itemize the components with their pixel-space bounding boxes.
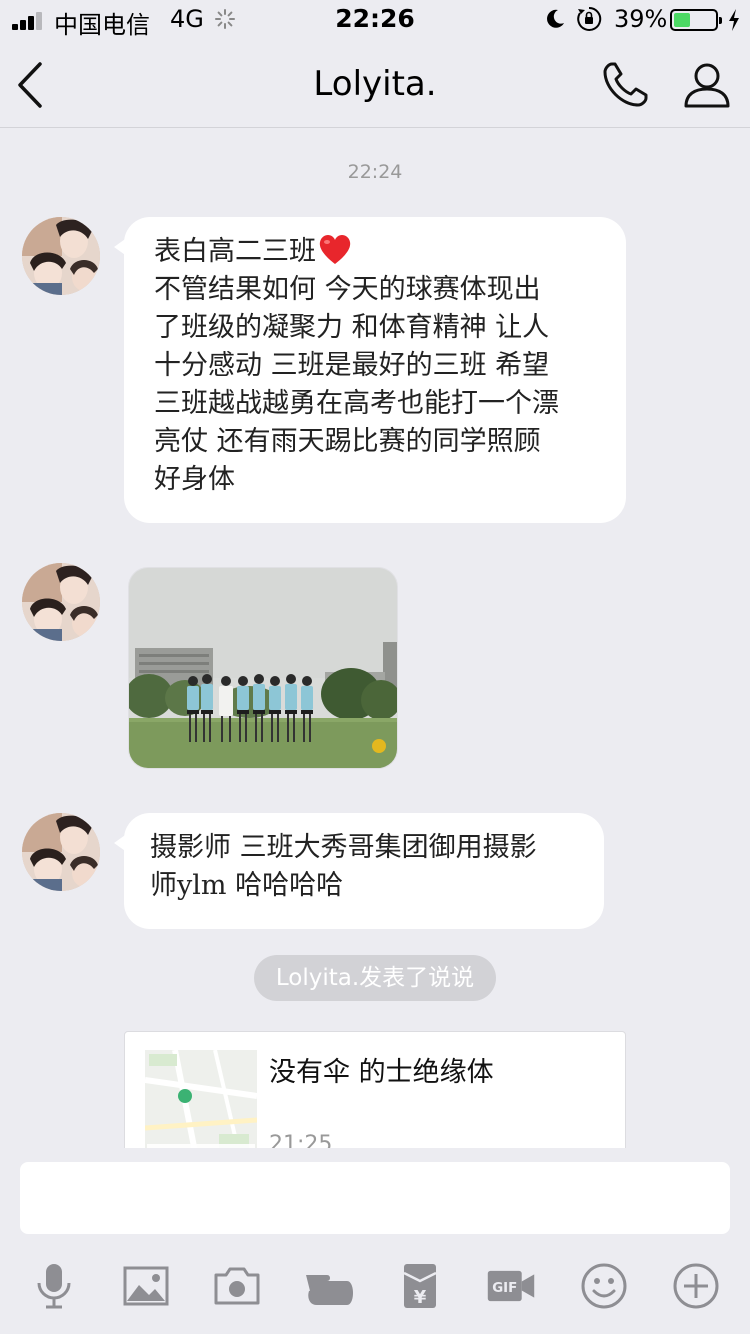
message-line: 亮仗 还有雨天踢比赛的同学照顾 — [154, 426, 541, 457]
emoji-button[interactable] — [576, 1258, 632, 1314]
voice-button[interactable] — [26, 1258, 82, 1314]
avatar[interactable] — [22, 813, 100, 891]
chat-area[interactable]: 22:24 表白高二三班 不管结果如何 今天的球赛体现出 了班级的凝聚力 和体育… — [0, 129, 750, 1149]
plus-icon — [673, 1263, 719, 1309]
chat-toolbar: ¥ GIF — [0, 1258, 750, 1314]
battery-percent: 39% — [614, 5, 668, 33]
battery-icon — [670, 9, 722, 31]
status-bar: 中国电信 4G 22:26 39% — [0, 0, 750, 40]
charging-bolt-icon — [729, 9, 739, 31]
message-line: 十分感动 三班是最好的三班 希望 — [154, 350, 550, 381]
microphone-icon — [37, 1264, 71, 1309]
camera-button[interactable] — [209, 1258, 265, 1314]
red-packet-icon: ¥ — [403, 1264, 437, 1308]
rotation-lock-icon — [577, 6, 602, 31]
message-line: 不管结果如何 今天的球赛体现出 — [154, 274, 541, 305]
svg-text:GIF: GIF — [492, 1281, 517, 1296]
message-timestamp: 22:24 — [347, 161, 403, 183]
message-line: 表白高二三班 — [154, 233, 602, 271]
svg-text:¥: ¥ — [414, 1287, 427, 1308]
call-button[interactable] — [600, 60, 650, 110]
red-packet-button[interactable]: ¥ — [392, 1258, 448, 1314]
shared-post-card[interactable]: 没有伞 的士绝缘体 21:25 — [124, 1031, 626, 1149]
shared-post-title: 没有伞 的士绝缘体 — [269, 1057, 494, 1088]
image-icon — [123, 1266, 169, 1306]
input-area: ¥ GIF — [0, 1148, 750, 1334]
poke-hand-icon — [304, 1274, 353, 1305]
system-notice[interactable]: Lolyita.发表了说说 — [254, 955, 496, 1001]
photo-message[interactable] — [128, 567, 398, 769]
camera-icon — [214, 1267, 260, 1305]
album-button[interactable] — [118, 1258, 174, 1314]
photo-football-team — [129, 568, 397, 768]
nav-bar: Lolyita. — [0, 40, 750, 128]
shared-post-time: 21:25 — [269, 1132, 333, 1149]
emoji-icon — [581, 1263, 627, 1309]
profile-button[interactable] — [682, 60, 732, 110]
message-line: 了班级的凝聚力 和体育精神 让人 — [154, 312, 550, 343]
message-bubble[interactable]: 表白高二三班 不管结果如何 今天的球赛体现出 了班级的凝聚力 和体育精神 让人 … — [114, 217, 626, 523]
poke-button[interactable] — [300, 1258, 356, 1314]
message-line: 师ylm 哈哈哈哈 — [150, 870, 344, 901]
message-line: 三班越战越勇在高考也能打一个漂 — [154, 388, 559, 419]
heart-icon — [319, 235, 351, 264]
map-thumbnail — [145, 1050, 257, 1149]
gif-button[interactable]: GIF — [483, 1258, 539, 1314]
message-line: 摄影师 三班大秀哥集团御用摄影 — [150, 832, 537, 863]
message-input[interactable] — [20, 1162, 730, 1234]
avatar[interactable] — [22, 563, 100, 641]
message-line: 好身体 — [154, 464, 235, 495]
more-button[interactable] — [668, 1258, 724, 1314]
do-not-disturb-icon — [547, 9, 564, 28]
message-bubble[interactable]: 摄影师 三班大秀哥集团御用摄影 师ylm 哈哈哈哈 — [114, 813, 604, 929]
avatar[interactable] — [22, 217, 100, 295]
gif-icon: GIF — [487, 1270, 535, 1302]
